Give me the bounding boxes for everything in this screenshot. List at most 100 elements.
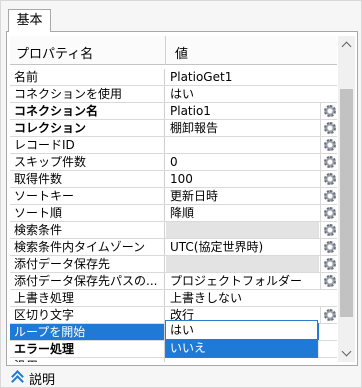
property-value-text: 棚卸報告 — [170, 121, 219, 135]
property-value-text: 0 — [170, 155, 178, 169]
gear-icon — [324, 139, 336, 151]
property-row[interactable]: 添付データ保存先パスの... プロジェクトフォルダー — [10, 273, 337, 290]
property-value[interactable]: 降順 — [166, 205, 319, 221]
property-edit-button[interactable] — [320, 137, 337, 153]
grid-header: プロパティ名 値 — [10, 36, 337, 65]
scroll-up-arrow-icon[interactable] — [338, 36, 355, 53]
property-edit-button[interactable] — [320, 120, 337, 136]
dropdown-option[interactable]: はい — [166, 321, 317, 339]
property-edit-button[interactable] — [320, 239, 337, 255]
property-row[interactable]: 取得件数 100 — [10, 171, 337, 188]
property-name[interactable]: 名前 — [10, 69, 165, 85]
property-value-text: 100 — [170, 172, 193, 186]
property-edit-button[interactable] — [320, 273, 337, 289]
loop-start-dropdown-list[interactable]: はい いいえ — [165, 320, 318, 358]
property-row[interactable]: 添付データ保存先 — [10, 256, 337, 273]
gear-icon — [324, 122, 336, 134]
property-value-text: Platio1 — [170, 104, 211, 118]
header-property-name: プロパティ名 — [16, 47, 94, 62]
property-value[interactable]: Platio1 — [166, 103, 319, 119]
property-name[interactable]: ソート順 — [10, 205, 165, 221]
property-row[interactable]: ソートキー 更新日時 — [10, 188, 337, 205]
scroll-down-arrow-icon[interactable] — [338, 345, 355, 362]
property-name[interactable]: コネクション名 — [10, 103, 165, 119]
property-edit-button[interactable] — [320, 188, 337, 204]
properties-window: 基本 プロパティ名 値 名前 PlatioGet1 コネクションを使用 はい コネクショ… — [0, 0, 362, 388]
property-value-text: 上書きしない — [170, 291, 243, 305]
gear-icon — [324, 275, 336, 287]
property-name[interactable]: 汎用 — [10, 358, 165, 362]
property-name[interactable]: 検索条件内タイムゾーン — [10, 239, 165, 255]
property-name[interactable]: 区切り文字 — [10, 307, 165, 323]
gear-icon — [324, 241, 336, 253]
property-value[interactable]: はい — [166, 86, 319, 102]
property-name[interactable]: エラー処理 — [10, 341, 165, 357]
property-row[interactable]: 上書き処理 上書きしない — [10, 290, 337, 307]
gear-icon — [324, 105, 336, 117]
description-label: 説明 — [29, 373, 56, 388]
property-value[interactable] — [166, 358, 319, 362]
property-grid: プロパティ名 値 名前 PlatioGet1 コネクションを使用 はい コネクション名 P… — [10, 36, 337, 362]
dropdown-option[interactable]: いいえ — [166, 339, 317, 357]
property-name[interactable]: ソートキー — [10, 188, 165, 204]
property-row[interactable]: 汎用 — [10, 358, 337, 362]
property-row[interactable]: コネクション名 Platio1 — [10, 103, 337, 120]
scrollbar-thumb[interactable] — [340, 89, 353, 317]
gear-icon — [324, 173, 336, 185]
property-name[interactable]: コネクションを使用 — [10, 86, 165, 102]
property-value-text: 降順 — [170, 206, 195, 220]
property-panel: プロパティ名 値 名前 PlatioGet1 コネクションを使用 はい コネクション名 P… — [6, 31, 358, 366]
property-edit-button[interactable] — [320, 154, 337, 170]
property-edit-button[interactable] — [320, 307, 337, 323]
property-name[interactable]: 添付データ保存先 — [10, 256, 165, 272]
property-value-text: UTC(協定世界時) — [170, 240, 264, 254]
property-value-text: PlatioGet1 — [170, 70, 233, 84]
description-bar[interactable]: 説明 — [1, 366, 361, 388]
property-edit-button[interactable] — [320, 103, 337, 119]
gear-icon — [324, 258, 336, 270]
vertical-scrollbar[interactable] — [338, 36, 355, 362]
header-value: 値 — [175, 47, 189, 62]
property-row[interactable]: 検索条件内タイムゾーン UTC(協定世界時) — [10, 239, 337, 256]
property-row[interactable]: ソート順 降順 — [10, 205, 337, 222]
property-value-text: はい — [170, 87, 195, 101]
tab-basic[interactable]: 基本 — [8, 9, 51, 32]
gear-icon — [324, 207, 336, 219]
property-edit-button[interactable] — [320, 205, 337, 221]
property-name[interactable]: 取得件数 — [10, 171, 165, 187]
property-value[interactable]: 100 — [166, 171, 319, 187]
property-value[interactable]: 棚卸報告 — [166, 120, 319, 136]
property-row[interactable]: 検索条件 — [10, 222, 337, 239]
gear-icon — [324, 224, 336, 236]
property-row[interactable]: レコードID — [10, 137, 337, 154]
property-edit-button[interactable] — [320, 171, 337, 187]
gear-icon — [324, 309, 336, 321]
gear-icon — [324, 156, 336, 168]
property-name[interactable]: コレクション — [10, 120, 165, 136]
property-edit-button[interactable] — [320, 222, 337, 238]
property-value[interactable]: UTC(協定世界時) — [166, 239, 319, 255]
property-row[interactable]: コレクション 棚卸報告 — [10, 120, 337, 137]
property-name[interactable]: 検索条件 — [10, 222, 165, 238]
property-value[interactable] — [166, 256, 319, 272]
chevrons-up-icon[interactable] — [11, 370, 25, 388]
property-edit-button[interactable] — [320, 256, 337, 272]
property-row[interactable]: スキップ件数 0 — [10, 154, 337, 171]
property-value[interactable]: 上書きしない — [166, 290, 319, 306]
property-name[interactable]: レコードID — [10, 137, 165, 153]
property-value-text: 更新日時 — [170, 189, 219, 203]
property-row[interactable]: コネクションを使用 はい — [10, 86, 337, 103]
property-value[interactable]: プロジェクトフォルダー — [166, 273, 319, 289]
property-name[interactable]: 添付データ保存先パスの... — [10, 273, 165, 289]
property-value[interactable]: 0 — [166, 154, 319, 170]
property-value[interactable] — [166, 137, 319, 153]
property-value[interactable]: PlatioGet1 — [166, 69, 319, 85]
property-value[interactable] — [166, 222, 319, 238]
property-name[interactable]: 上書き処理 — [10, 290, 165, 306]
property-value[interactable]: 更新日時 — [166, 188, 319, 204]
property-row[interactable]: 名前 PlatioGet1 — [10, 69, 337, 86]
header-divider[interactable] — [165, 36, 166, 65]
property-name[interactable]: ループを開始 — [10, 324, 165, 340]
property-value-text: プロジェクトフォルダー — [170, 274, 303, 288]
property-name[interactable]: スキップ件数 — [10, 154, 165, 170]
